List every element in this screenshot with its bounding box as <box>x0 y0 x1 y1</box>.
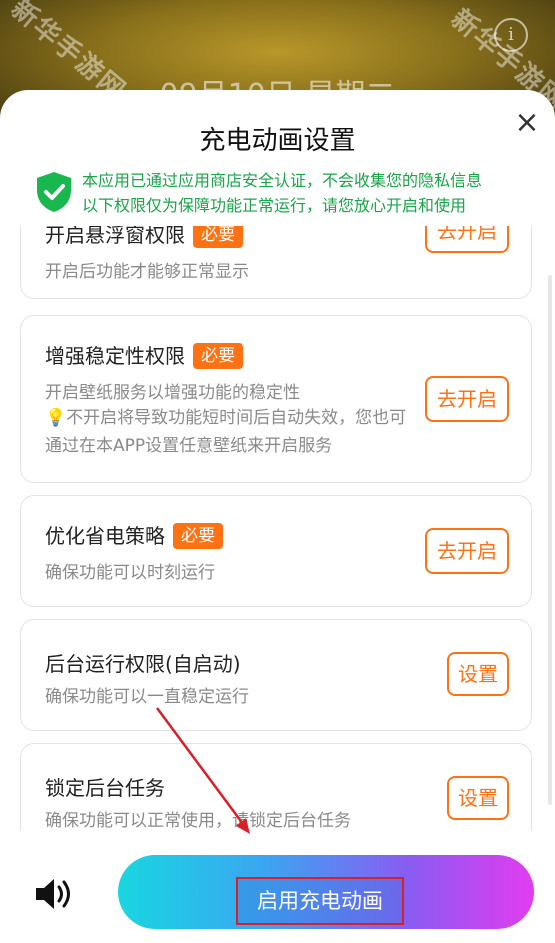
permission-card-stability: 增强稳定性权限 必要 开启壁纸服务以增强功能的稳定性 💡不开启将导致功能短时间后自… <box>20 315 532 483</box>
enable-button[interactable]: 去开启 <box>425 528 509 574</box>
enable-button[interactable]: 去开启 <box>425 376 509 422</box>
permission-title: 增强稳定性权限 必要 <box>45 340 243 369</box>
permission-desc: 确保功能可以一直稳定运行 <box>45 687 249 707</box>
bottom-bar: 启用充电动画 <box>0 831 555 943</box>
settings-button[interactable]: 设置 <box>447 776 509 820</box>
shield-check-icon <box>37 172 71 212</box>
permission-card-floating-window: 开启悬浮窗权限 必要 开启后功能才能够正常显示 去开启 <box>20 226 532 299</box>
settings-sheet: 充电动画设置 × 本应用已通过应用商店安全认证，不会收集您的隐私信息 以下权限仅… <box>0 90 555 943</box>
speaker-icon[interactable] <box>34 877 78 911</box>
notice-line-2: 以下权限仅为保障功能正常运行，请您放心开启和使用 <box>82 196 467 215</box>
settings-button[interactable]: 设置 <box>447 652 509 696</box>
permission-desc: 确保功能可以时刻运行 <box>45 563 215 583</box>
enable-charging-animation-button[interactable]: 启用充电动画 <box>118 855 534 929</box>
permission-card-autostart: 后台运行权限(自启动) 确保功能可以一直稳定运行 设置 <box>20 619 532 731</box>
permission-desc: 开启后功能才能够正常显示 <box>45 262 249 282</box>
permission-card-power-saving: 优化省电策略 必要 确保功能可以时刻运行 去开启 <box>20 495 532 607</box>
notice-text: 本应用已通过应用商店安全认证，不会收集您的隐私信息 以下权限仅为保障功能正常运行… <box>82 168 482 218</box>
required-badge: 必要 <box>193 226 243 248</box>
permission-title: 后台运行权限(自启动) <box>45 652 241 676</box>
required-badge: 必要 <box>193 343 243 369</box>
enable-button[interactable]: 去开启 <box>425 226 509 253</box>
scrollbar[interactable] <box>548 275 552 805</box>
dialog-title: 充电动画设置 <box>199 126 356 156</box>
permission-desc: 开启壁纸服务以增强功能的稳定性 <box>45 383 300 403</box>
close-icon[interactable]: × <box>512 108 542 138</box>
notice-line-1: 本应用已通过应用商店安全认证，不会收集您的隐私信息 <box>82 171 483 190</box>
security-notice: 本应用已通过应用商店安全认证，不会收集您的隐私信息 以下权限仅为保障功能正常运行… <box>34 168 534 218</box>
permission-desc: 确保功能可以正常使用，请锁定后台任务 <box>45 811 351 831</box>
permission-title: 优化省电策略 必要 <box>45 520 223 549</box>
lightbulb-icon: 💡 <box>45 408 67 428</box>
permission-title: 锁定后台任务 <box>45 776 165 800</box>
permission-card-lock-task: 锁定后台任务 确保功能可以正常使用，请锁定后台任务 设置 <box>20 743 532 831</box>
permission-list[interactable]: 开启悬浮窗权限 必要 开启后功能才能够正常显示 去开启 增强稳定性权限 必要 开启壁… <box>0 226 555 831</box>
enable-charging-animation-label: 启用充电动画 <box>236 877 404 925</box>
permission-title: 开启悬浮窗权限 必要 <box>45 226 243 248</box>
permission-warning: 💡不开启将导致功能短时间后自动失效，您也可通过在本APP设置任意壁纸来开启服务 <box>45 408 407 456</box>
required-badge: 必要 <box>173 523 223 549</box>
